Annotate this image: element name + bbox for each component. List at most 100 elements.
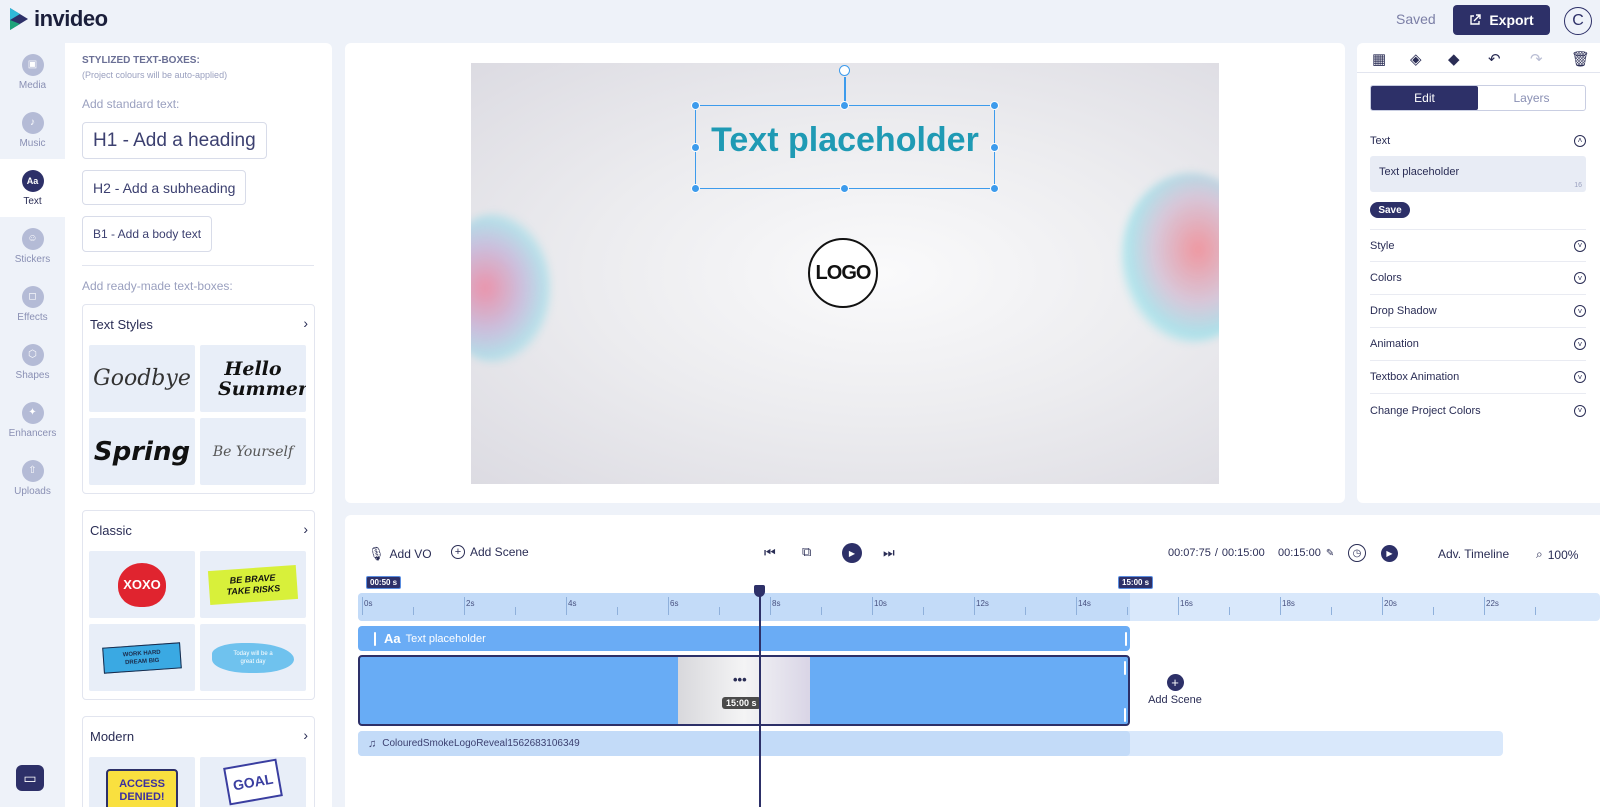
start-marker[interactable]: 00:50 s	[366, 576, 402, 589]
section-animation[interactable]: Animation ˅	[1370, 328, 1586, 361]
section-colors[interactable]: Colors ˅	[1370, 262, 1586, 295]
text-track-clip[interactable]: Aa Text placeholder	[358, 626, 1130, 651]
selection-box[interactable]	[695, 105, 995, 189]
clip-end-handle[interactable]	[1125, 632, 1127, 646]
resize-handle[interactable]	[691, 184, 700, 193]
export-button[interactable]: Export	[1453, 5, 1550, 35]
skip-forward-icon[interactable]: ⏭	[883, 545, 895, 561]
layers-down-icon[interactable]: ◈	[1410, 50, 1422, 68]
rail-item-stickers[interactable]: ☺ Stickers	[0, 217, 65, 275]
clip-end-handle[interactable]	[1124, 661, 1126, 675]
rail-item-enhancers[interactable]: ✦ Enhancers	[0, 391, 65, 449]
preview-scene-icon[interactable]: ⧉	[802, 544, 811, 560]
rail-item-media[interactable]: ▣ Media	[0, 43, 65, 101]
ruler-tick-label: 20s	[1384, 599, 1397, 608]
smoke-right-graphic	[1121, 173, 1219, 343]
autoplay-icon[interactable]: ▶	[1381, 545, 1398, 562]
ruler-tick-label: 6s	[670, 599, 679, 608]
resize-handle[interactable]	[990, 184, 999, 193]
timer-icon[interactable]: ◷	[1348, 544, 1366, 562]
section-textbox-animation[interactable]: Textbox Animation ˅	[1370, 361, 1586, 394]
scene-clip[interactable]: ••• 15:00 s	[358, 655, 1130, 726]
logo-placeholder[interactable]: LOGO	[808, 238, 878, 308]
redo-icon[interactable]: ↷	[1530, 50, 1543, 68]
chevron-down-icon: ˅	[1574, 338, 1586, 350]
ruler-tick-label: 0s	[364, 599, 373, 608]
clip-end-handle[interactable]	[1124, 708, 1126, 722]
ruler-tick	[566, 597, 567, 615]
add-vo-button[interactable]: 🎙 Add VO	[368, 546, 432, 562]
text-content-input[interactable]: Text placeholder 16	[1370, 156, 1586, 192]
grid-icon[interactable]: ▦	[1372, 50, 1386, 68]
resize-handle[interactable]	[990, 101, 999, 110]
card-title[interactable]: Text Styles	[90, 317, 153, 332]
duration-editor[interactable]: 00:15:00 ✎	[1278, 547, 1334, 559]
video-canvas[interactable]: Text placeholder LOGO	[471, 63, 1219, 484]
add-heading-button[interactable]: H1 - Add a heading	[82, 122, 267, 159]
style-thumb-goodbye[interactable]: Goodbye	[89, 345, 195, 412]
adv-timeline-button[interactable]: Adv. Timeline	[1438, 547, 1509, 561]
rail-item-effects[interactable]: ◻ Effects	[0, 275, 65, 333]
add-scene-label: Add Scene	[470, 545, 529, 559]
undo-icon[interactable]: ↶	[1488, 50, 1501, 68]
text-styles-card: Text Styles › Goodbye Hello Summer Sprin…	[82, 304, 315, 494]
user-avatar[interactable]: C	[1564, 7, 1592, 35]
modern-thumb-access-denied[interactable]: ACCESS DENIED!	[89, 757, 195, 807]
chevron-right-icon[interactable]: ›	[303, 315, 308, 331]
app-logo[interactable]: invideo	[8, 6, 108, 32]
add-body-text-button[interactable]: B1 - Add a body text	[82, 216, 213, 252]
save-text-button[interactable]: Save	[1370, 202, 1410, 218]
section-text[interactable]: Text ˄	[1370, 124, 1586, 157]
rail-item-shapes[interactable]: ⬡ Shapes	[0, 333, 65, 391]
resize-handle[interactable]	[691, 101, 700, 110]
rotate-handle[interactable]	[839, 65, 850, 76]
chevron-right-icon[interactable]: ›	[303, 521, 308, 537]
resize-handle[interactable]	[840, 101, 849, 110]
add-scene-button[interactable]: + Add Scene	[451, 545, 529, 559]
top-bar: invideo Saved Export C	[0, 0, 1600, 40]
audio-track-clip[interactable]: ♫ ColouredSmokeLogoReveal1562683106349	[358, 731, 1130, 756]
add-vo-label: Add VO	[389, 547, 432, 561]
resize-handle[interactable]	[691, 143, 700, 152]
style-thumb-hello-summer[interactable]: Hello Summer	[200, 345, 306, 412]
classic-thumb-great-day[interactable]: Today will be a great day	[200, 624, 306, 691]
section-change-project-colors[interactable]: Change Project Colors ˅	[1370, 394, 1586, 427]
section-drop-shadow[interactable]: Drop Shadow ˅	[1370, 295, 1586, 328]
rail-item-uploads[interactable]: ⇧ Uploads	[0, 449, 65, 507]
card-title[interactable]: Modern	[90, 729, 134, 744]
tab-layers[interactable]: Layers	[1478, 86, 1585, 110]
add-subheading-button[interactable]: H2 - Add a subheading	[82, 170, 247, 205]
section-style[interactable]: Style ˅	[1370, 229, 1586, 262]
rail-label: Uploads	[14, 485, 51, 497]
playhead-line[interactable]	[759, 591, 761, 807]
chevron-right-icon[interactable]: ›	[303, 727, 308, 743]
zoom-control[interactable]: ⌕ 100%	[1536, 547, 1578, 562]
style-thumb-spring[interactable]: Spring	[89, 418, 195, 485]
play-button[interactable]: ▶	[842, 543, 862, 563]
add-scene-end-button[interactable]: + Add Scene	[1145, 674, 1205, 706]
scene-thumbnail	[678, 657, 810, 724]
classic-thumb-work-hard[interactable]: WORK HARD DREAM BIG	[89, 624, 195, 691]
timeline-panel: 🎙 Add VO + Add Scene ⏮ ⧉ ▶ ⏭ 00:07:75 / …	[345, 515, 1600, 807]
rail-item-music[interactable]: ♪ Music	[0, 101, 65, 159]
char-count: 16	[1574, 182, 1582, 189]
chat-button[interactable]: ▭	[16, 765, 44, 791]
scene-menu-button[interactable]: •••	[733, 672, 747, 687]
layers-up-icon[interactable]: ◆	[1448, 50, 1460, 68]
enhancers-icon: ✦	[21, 401, 44, 424]
style-thumb-be-yourself[interactable]: Be Yourself	[200, 418, 306, 485]
resize-handle[interactable]	[990, 143, 999, 152]
resize-handle[interactable]	[840, 184, 849, 193]
card-title[interactable]: Classic	[90, 523, 132, 538]
rail-label: Music	[19, 137, 46, 149]
trash-icon[interactable]: 🗑	[1571, 50, 1590, 68]
classic-thumb-xoxo[interactable]: XOXO	[89, 551, 195, 618]
end-marker[interactable]: 15:00 s	[1118, 576, 1154, 589]
skip-back-icon[interactable]: ⏮	[764, 545, 776, 561]
rail-item-text[interactable]: Aa Text	[0, 159, 65, 217]
tab-edit[interactable]: Edit	[1371, 86, 1478, 110]
modern-thumb-goal[interactable]: GOAL	[200, 757, 306, 807]
clip-start-handle[interactable]	[374, 632, 376, 646]
time-ruler[interactable]: 0s 2s 4s 6s 8s 10s 12s 14s 16s 18s 20s 22s	[358, 593, 1600, 621]
classic-thumb-be-brave[interactable]: BE BRAVE TAKE RISKS	[200, 551, 306, 618]
